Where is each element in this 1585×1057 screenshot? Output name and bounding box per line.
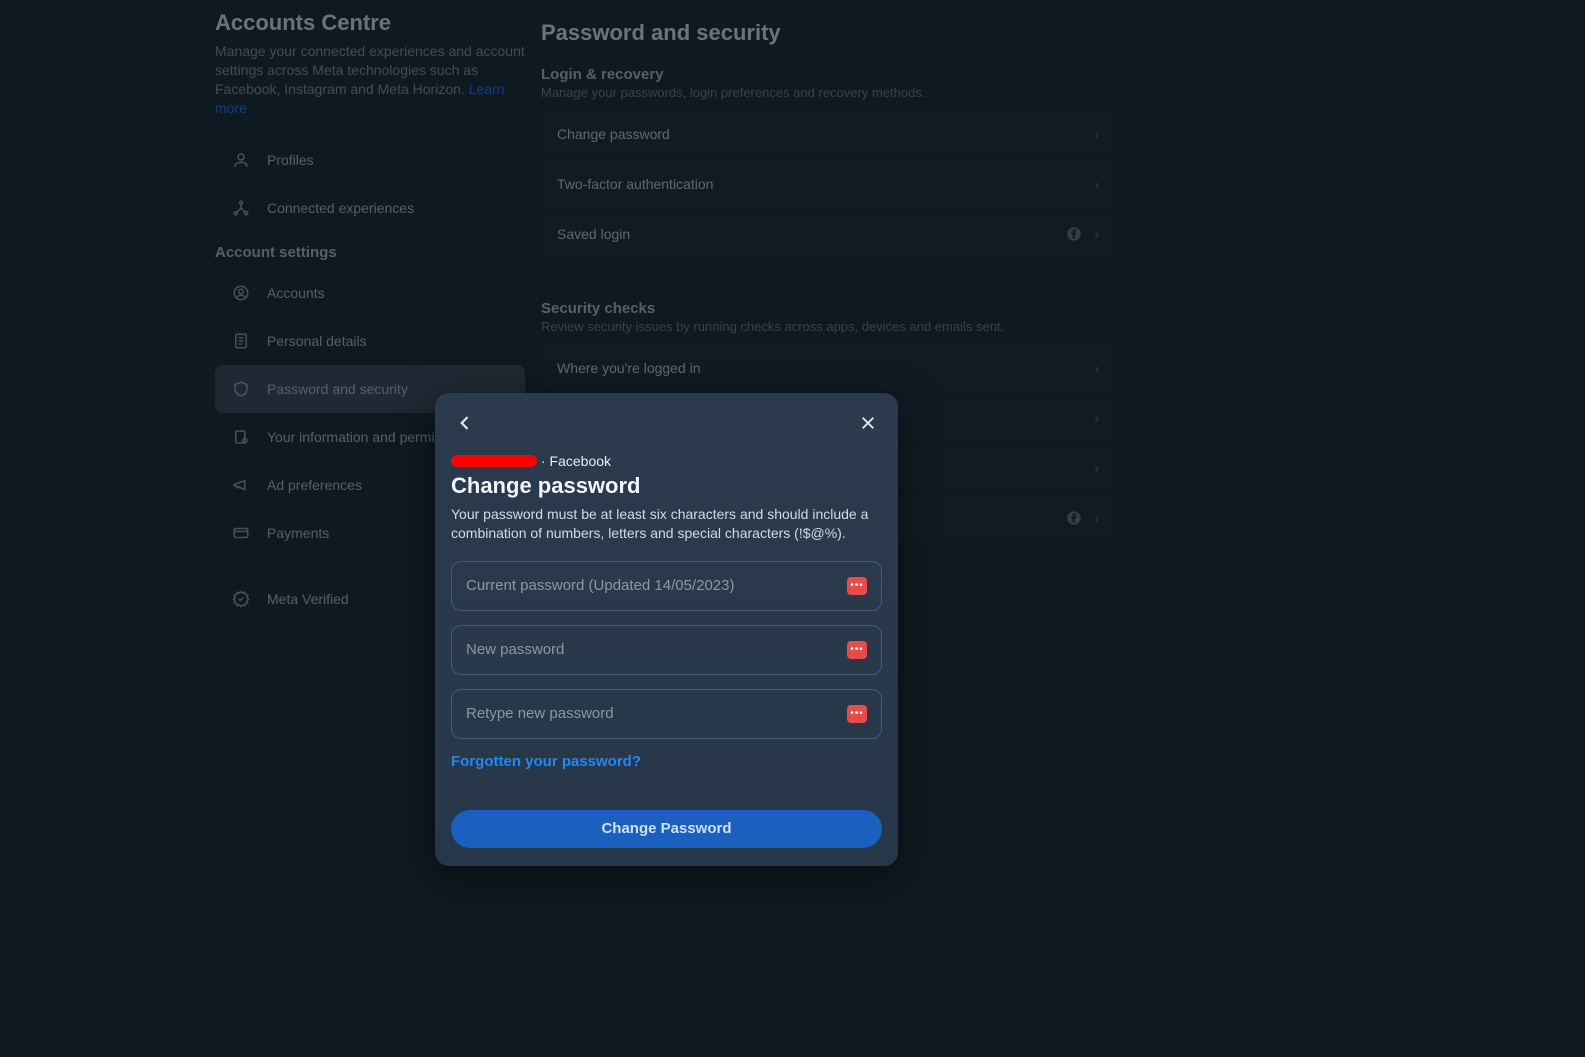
change-password-modal: · Facebook Change password Your password… — [435, 393, 898, 866]
modal-description: Your password must be at least six chara… — [451, 505, 882, 543]
modal-account-line: · Facebook — [451, 453, 882, 469]
modal-account-suffix: · Facebook — [541, 453, 611, 469]
change-password-submit-button[interactable]: Change Password — [451, 810, 882, 848]
current-password-field[interactable]: ••• — [451, 561, 882, 611]
modal-title: Change password — [451, 473, 882, 499]
new-password-input[interactable] — [466, 641, 847, 658]
close-button[interactable] — [854, 409, 882, 437]
current-password-input[interactable] — [466, 577, 847, 594]
retype-password-input[interactable] — [466, 705, 847, 722]
back-button[interactable] — [451, 409, 479, 437]
password-manager-icon[interactable]: ••• — [847, 577, 867, 595]
forgot-password-link[interactable]: Forgotten your password? — [451, 753, 641, 770]
redacted-name — [451, 455, 537, 467]
new-password-field[interactable]: ••• — [451, 625, 882, 675]
password-manager-icon[interactable]: ••• — [847, 641, 867, 659]
retype-password-field[interactable]: ••• — [451, 689, 882, 739]
password-manager-icon[interactable]: ••• — [847, 705, 867, 723]
